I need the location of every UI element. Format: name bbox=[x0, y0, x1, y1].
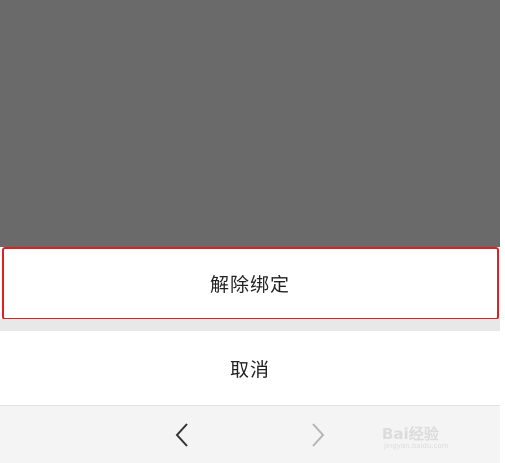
cancel-button[interactable]: 取消 bbox=[0, 331, 500, 405]
unbind-button[interactable]: 解除绑定 bbox=[0, 247, 500, 319]
chevron-right-icon bbox=[312, 423, 325, 447]
sheet-divider bbox=[0, 319, 500, 331]
forward-button[interactable] bbox=[298, 414, 338, 456]
screen-edge bbox=[500, 0, 505, 463]
cancel-label: 取消 bbox=[229, 358, 270, 381]
chevron-left-icon bbox=[175, 423, 188, 447]
dimmed-overlay[interactable] bbox=[0, 0, 500, 247]
unbind-label: 解除绑定 bbox=[209, 273, 290, 296]
browser-navbar bbox=[0, 405, 500, 463]
back-button[interactable] bbox=[162, 414, 202, 456]
